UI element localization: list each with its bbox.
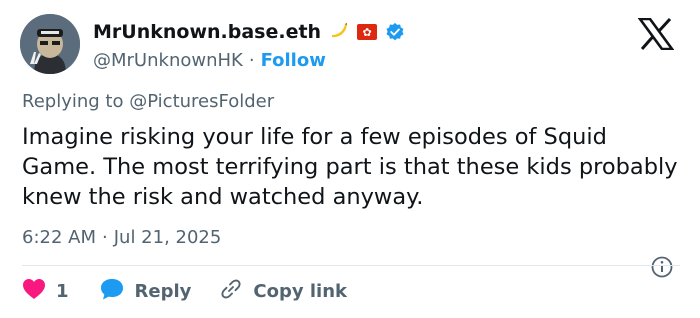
tweet-timestamp[interactable]: 6:22 AM · Jul 21, 2025 [22, 227, 221, 248]
copy-link-label: Copy link [253, 280, 347, 302]
hong-kong-flag-icon: ✿ [357, 24, 378, 40]
reply-context: Replying to @PicturesFolder [22, 91, 274, 112]
tweet-time: 6:22 AM [22, 227, 96, 248]
heart-icon [22, 278, 46, 305]
tweet-date: Jul 21, 2025 [113, 227, 222, 248]
divider [22, 265, 680, 266]
avatar[interactable] [20, 14, 80, 74]
verified-badge-icon [385, 22, 405, 42]
author-handle[interactable]: @MrUnknownHK [93, 50, 243, 71]
banana-icon [329, 20, 349, 44]
reply-target-link[interactable]: @PicturesFolder [129, 91, 274, 112]
author-display-name[interactable]: MrUnknown.base.eth [93, 21, 321, 43]
info-icon[interactable] [650, 255, 674, 283]
tweet-text: Imagine risking your life for a few epis… [22, 124, 678, 210]
reply-button[interactable]: Reply [99, 277, 192, 306]
like-button[interactable]: 1 [22, 278, 69, 305]
avatar-image-icon [20, 14, 80, 74]
follow-button[interactable]: Follow [261, 50, 326, 71]
copy-link-button[interactable]: Copy link [219, 277, 347, 306]
reply-context-prefix: Replying to [22, 91, 124, 112]
timestamp-separator: · [102, 227, 108, 248]
reply-bubble-icon [99, 277, 125, 306]
reply-label: Reply [134, 280, 192, 302]
x-logo-icon[interactable] [637, 17, 675, 51]
author-name-row: MrUnknown.base.eth ✿ [93, 17, 405, 47]
handle-separator: · [248, 49, 255, 71]
action-bar: 1 Reply Copy link [22, 276, 347, 306]
author-handle-row: @MrUnknownHK · Follow [93, 47, 326, 73]
like-count: 1 [56, 280, 69, 302]
link-icon [219, 277, 243, 306]
